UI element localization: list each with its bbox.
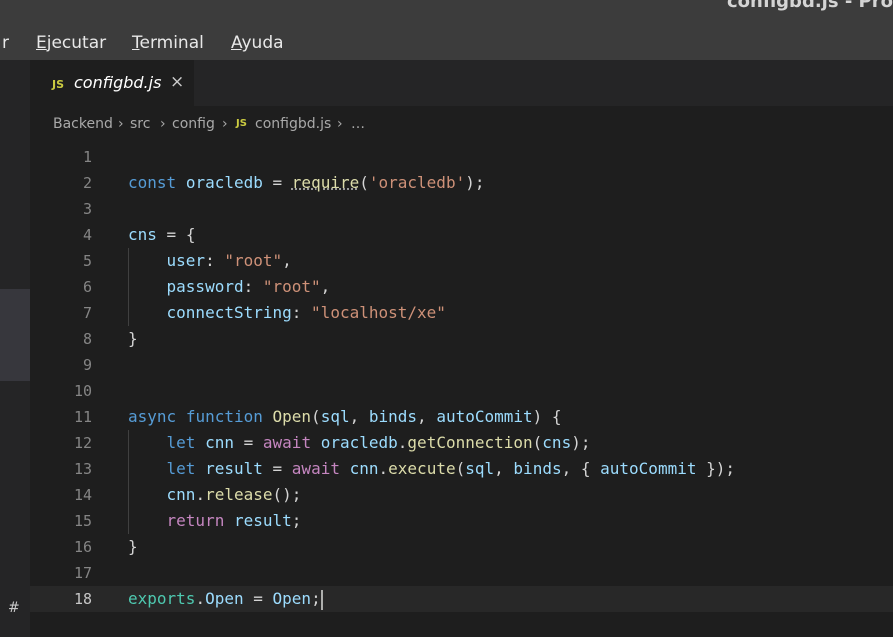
js-file-icon: JS	[236, 118, 247, 129]
code-line: 1	[30, 144, 893, 170]
code-text: password: "root",	[166, 277, 331, 296]
line-number: 4	[82, 226, 92, 244]
line-number: 18	[73, 590, 92, 608]
breadcrumb-file[interactable]: configbd.js	[255, 116, 331, 132]
window-title: configbd.js - Pro	[726, 0, 893, 12]
code-line: 16 }	[30, 534, 893, 560]
code-line-current: 18 exports.Open = Open;	[30, 586, 893, 612]
code-line: 10	[30, 378, 893, 404]
code-text: const oracledb = require('oracledb');	[128, 173, 485, 192]
code-line: 7 connectString: "localhost/xe"	[30, 300, 893, 326]
title-bar: configbd.js - Pro	[0, 0, 893, 28]
code-line: 9	[30, 352, 893, 378]
code-text: user: "root",	[166, 251, 292, 270]
code-text: let cnn = await oracledb.getConnection(c…	[166, 433, 591, 452]
code-line: 11 async function Open(sql, binds, autoC…	[30, 404, 893, 430]
breadcrumb-separator: ›	[222, 116, 228, 132]
breadcrumb-src[interactable]: src	[130, 116, 150, 132]
breadcrumb-config[interactable]: config	[172, 116, 215, 132]
tab-label: configbd.js	[74, 73, 162, 92]
code-text: async function Open(sql, binds, autoComm…	[128, 407, 562, 426]
code-line: 2 const oracledb = require('oracledb');	[30, 170, 893, 196]
line-number: 13	[73, 460, 92, 478]
line-number: 14	[73, 486, 92, 504]
text-cursor	[320, 589, 323, 610]
line-number: 17	[73, 564, 92, 582]
line-number: 5	[82, 252, 92, 270]
activity-strip: #	[0, 60, 30, 637]
activity-highlight[interactable]	[0, 289, 30, 381]
menu-bar: r Ejecutar Terminal Ayuda	[0, 28, 893, 60]
line-number: 8	[82, 330, 92, 348]
code-line: 14 cnn.release();	[30, 482, 893, 508]
code-line: 15 return result;	[30, 508, 893, 534]
code-text: connectString: "localhost/xe"	[166, 303, 446, 322]
line-number: 10	[73, 382, 92, 400]
tab-configbd-js[interactable]: JS configbd.js ×	[30, 60, 194, 106]
line-number: 1	[82, 148, 92, 166]
line-number: 16	[73, 538, 92, 556]
code-text: cnn.release();	[166, 485, 302, 504]
hash-glyph: #	[8, 600, 20, 616]
code-text: let result = await cnn.execute(sql, bind…	[166, 459, 736, 478]
breadcrumb-backend[interactable]: Backend	[53, 116, 113, 132]
editor-tabs: JS configbd.js ×	[30, 60, 893, 106]
line-number: 7	[82, 304, 92, 322]
breadcrumb-separator: ›	[118, 116, 124, 132]
code-line: 4 cns = {	[30, 222, 893, 248]
line-number: 12	[73, 434, 92, 452]
breadcrumb-separator: ›	[337, 116, 343, 132]
code-text: }	[128, 329, 138, 348]
code-line: 3	[30, 196, 893, 222]
breadcrumb-ellipsis[interactable]: …	[351, 116, 365, 132]
code-line: 8 }	[30, 326, 893, 352]
line-number: 2	[82, 174, 92, 192]
code-line: 13 let result = await cnn.execute(sql, b…	[30, 456, 893, 482]
close-icon[interactable]: ×	[170, 72, 184, 92]
code-text: exports.Open = Open;	[128, 589, 323, 610]
code-editor[interactable]: 1 2 const oracledb = require('oracledb')…	[30, 144, 893, 637]
menu-item-partial[interactable]: r	[2, 33, 9, 53]
line-number: 15	[73, 512, 92, 530]
line-number: 6	[82, 278, 92, 296]
breadcrumb-separator: ›	[160, 116, 166, 132]
code-line: 6 password: "root",	[30, 274, 893, 300]
js-file-icon: JS	[52, 78, 65, 91]
menu-item-terminal[interactable]: Terminal	[132, 33, 204, 53]
breadcrumb: Backend › src › config › JS configbd.js …	[30, 106, 893, 144]
menu-item-ejecutar[interactable]: Ejecutar	[36, 33, 106, 53]
code-line: 17	[30, 560, 893, 586]
line-number: 9	[82, 356, 92, 374]
code-text: return result;	[166, 511, 302, 530]
code-line: 12 let cnn = await oracledb.getConnectio…	[30, 430, 893, 456]
code-text: }	[128, 537, 138, 556]
line-number: 3	[82, 200, 92, 218]
menu-item-ayuda[interactable]: Ayuda	[231, 33, 284, 53]
line-number: 11	[73, 408, 92, 426]
code-text: cns = {	[128, 225, 196, 244]
code-line: 5 user: "root",	[30, 248, 893, 274]
